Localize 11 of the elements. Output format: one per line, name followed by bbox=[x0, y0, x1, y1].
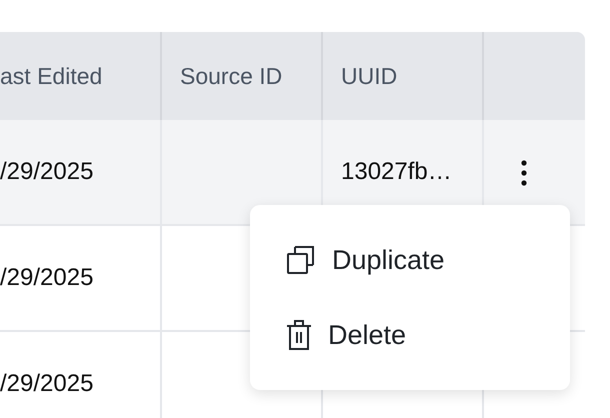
table-cell-text: /29/2025 bbox=[0, 263, 94, 293]
copy-icon bbox=[286, 245, 316, 276]
menu-item[interactable]: Delete bbox=[250, 298, 570, 372]
table-cell-text: 13027fb… bbox=[341, 157, 452, 187]
table-cell-text: /29/2025 bbox=[0, 157, 94, 187]
column-header: UUID bbox=[341, 62, 398, 91]
menu-item[interactable]: Duplicate bbox=[250, 223, 570, 298]
column-header: Source ID bbox=[180, 62, 282, 91]
column-header: ast Edited bbox=[0, 62, 102, 91]
trash-icon bbox=[286, 318, 312, 351]
table-cell-text: /29/2025 bbox=[0, 369, 94, 399]
